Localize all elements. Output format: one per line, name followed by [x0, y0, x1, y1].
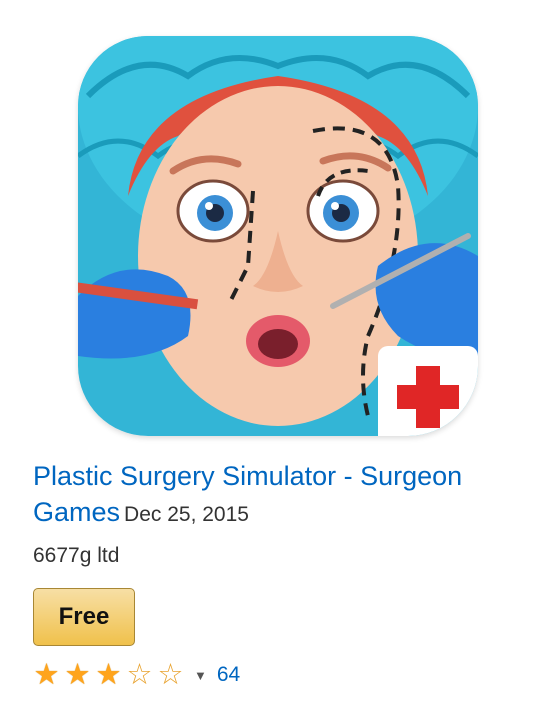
star-filled-icon: ★: [64, 659, 91, 691]
app-icon-image[interactable]: [78, 36, 478, 436]
star-filled-icon: ★: [95, 659, 122, 691]
price-button[interactable]: Free: [33, 588, 135, 646]
app-title-link[interactable]: Plastic Surgery Simulator - Surgeon Game…: [33, 458, 523, 533]
rating-row: ★ ★ ★ ☆ ☆ ▼ 64: [31, 660, 241, 690]
star-empty-icon: ☆: [157, 659, 184, 691]
release-date: Dec 25, 2015: [124, 503, 249, 526]
star-filled-icon: ★: [33, 659, 60, 691]
star-empty-icon: ☆: [126, 659, 153, 691]
star-rating[interactable]: ★ ★ ★ ☆ ☆: [31, 660, 186, 690]
rating-dropdown-caret-icon[interactable]: ▼: [194, 668, 207, 683]
review-count-link[interactable]: 64: [217, 663, 240, 687]
developer-name: 6677g ltd: [33, 544, 120, 567]
